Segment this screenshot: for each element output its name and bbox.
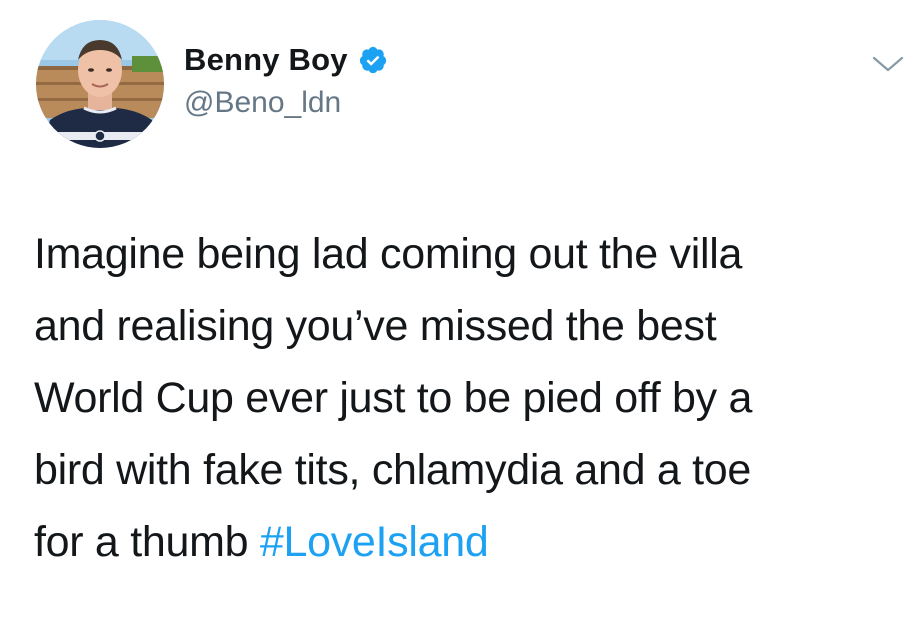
display-name-row: Benny Boy [184, 40, 388, 80]
hashtag-link[interactable]: #LoveIsland [260, 518, 489, 566]
tweet-card: Benny Boy @Beno_ldn Imagine being lad co… [0, 0, 920, 626]
profile-photo [36, 20, 164, 148]
tweet-text-line: Imagine being lad coming out the villa [34, 230, 743, 278]
verified-badge-icon [358, 45, 388, 75]
tweet-text-line: for a thumb [34, 518, 260, 566]
tweet-text-line: bird with fake tits, chlamydia and a toe [34, 446, 751, 494]
tweet-text-line: and realising you’ve missed the best [34, 302, 717, 350]
tweet-text: Imagine being lad coming out the villa a… [34, 218, 896, 578]
avatar[interactable] [36, 20, 164, 148]
display-name[interactable]: Benny Boy [184, 42, 348, 78]
chevron-down-icon[interactable] [868, 52, 908, 76]
tweet-text-last-line: for a thumb #LoveIsland [34, 506, 896, 578]
tweet-text-line: World Cup ever just to be pied off by a [34, 374, 753, 422]
user-handle[interactable]: @Beno_ldn [184, 86, 341, 120]
